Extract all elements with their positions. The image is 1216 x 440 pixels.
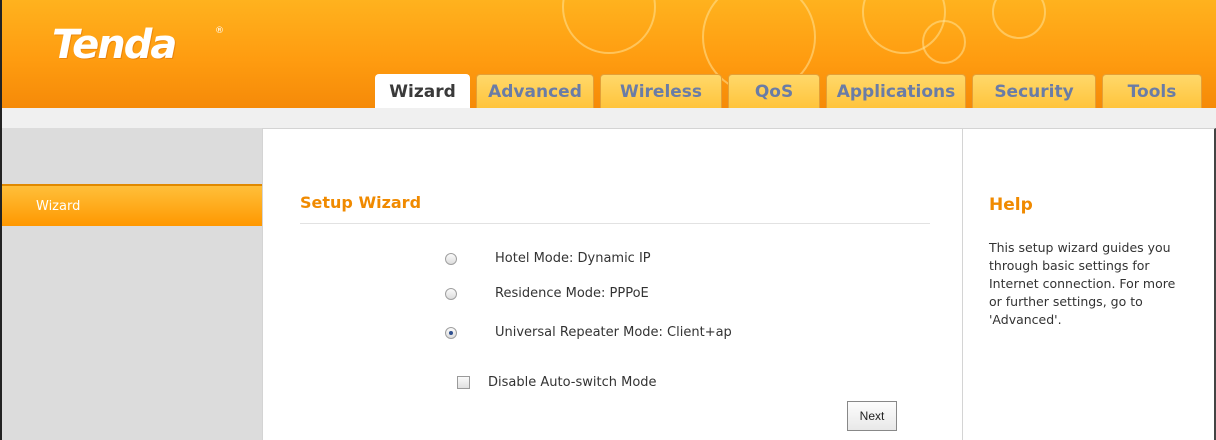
- residence-mode-radio[interactable]: [445, 287, 457, 300]
- main-content: Setup Wizard Hotel Mode: Dynamic IP Resi…: [262, 128, 962, 440]
- title-divider: [300, 223, 930, 224]
- hotel-mode-label: Hotel Mode: Dynamic IP: [495, 251, 651, 266]
- tab-wireless[interactable]: Wireless: [600, 74, 722, 108]
- main-tabs: Wizard Advanced Wireless QoS Application…: [375, 74, 1208, 108]
- hotel-mode-radio[interactable]: [445, 252, 457, 265]
- universal-repeater-mode-radio[interactable]: [445, 326, 457, 339]
- help-title: Help: [989, 195, 1033, 215]
- next-button[interactable]: Next: [847, 401, 897, 431]
- sidebar: Wizard: [0, 128, 262, 440]
- residence-mode-label: Residence Mode: PPPoE: [495, 286, 649, 301]
- tab-advanced[interactable]: Advanced: [476, 74, 594, 108]
- decorative-bubble: [922, 20, 966, 64]
- decorative-bubble: [562, 0, 656, 54]
- registered-mark: ®: [215, 26, 224, 36]
- tab-tools[interactable]: Tools: [1102, 74, 1202, 108]
- option-residence-mode[interactable]: Residence Mode: PPPoE: [445, 286, 649, 301]
- disable-auto-switch-checkbox[interactable]: [457, 376, 470, 389]
- tab-security[interactable]: Security: [972, 74, 1096, 108]
- option-hotel-mode[interactable]: Hotel Mode: Dynamic IP: [445, 251, 651, 266]
- universal-repeater-mode-label: Universal Repeater Mode: Client+ap: [495, 325, 732, 340]
- sidebar-item-wizard[interactable]: Wizard: [2, 184, 262, 226]
- decorative-bubble: [992, 0, 1046, 39]
- help-text: This setup wizard guides you through bas…: [989, 240, 1176, 327]
- tab-qos[interactable]: QoS: [728, 74, 820, 108]
- page-title: Setup Wizard: [300, 193, 422, 212]
- option-disable-auto-switch[interactable]: Disable Auto-switch Mode: [457, 375, 657, 390]
- tab-applications[interactable]: Applications: [826, 74, 966, 108]
- help-panel: Help This setup wizard guides you throug…: [962, 128, 1216, 440]
- option-universal-repeater-mode[interactable]: Universal Repeater Mode: Client+ap: [445, 325, 732, 340]
- tenda-logo[interactable]: Tenda: [52, 22, 177, 68]
- disable-auto-switch-label: Disable Auto-switch Mode: [488, 375, 657, 390]
- header-banner: Tenda ® Wizard Advanced Wireless QoS App…: [0, 0, 1216, 108]
- tab-wizard[interactable]: Wizard: [375, 74, 470, 108]
- header-subbar: [0, 108, 1216, 128]
